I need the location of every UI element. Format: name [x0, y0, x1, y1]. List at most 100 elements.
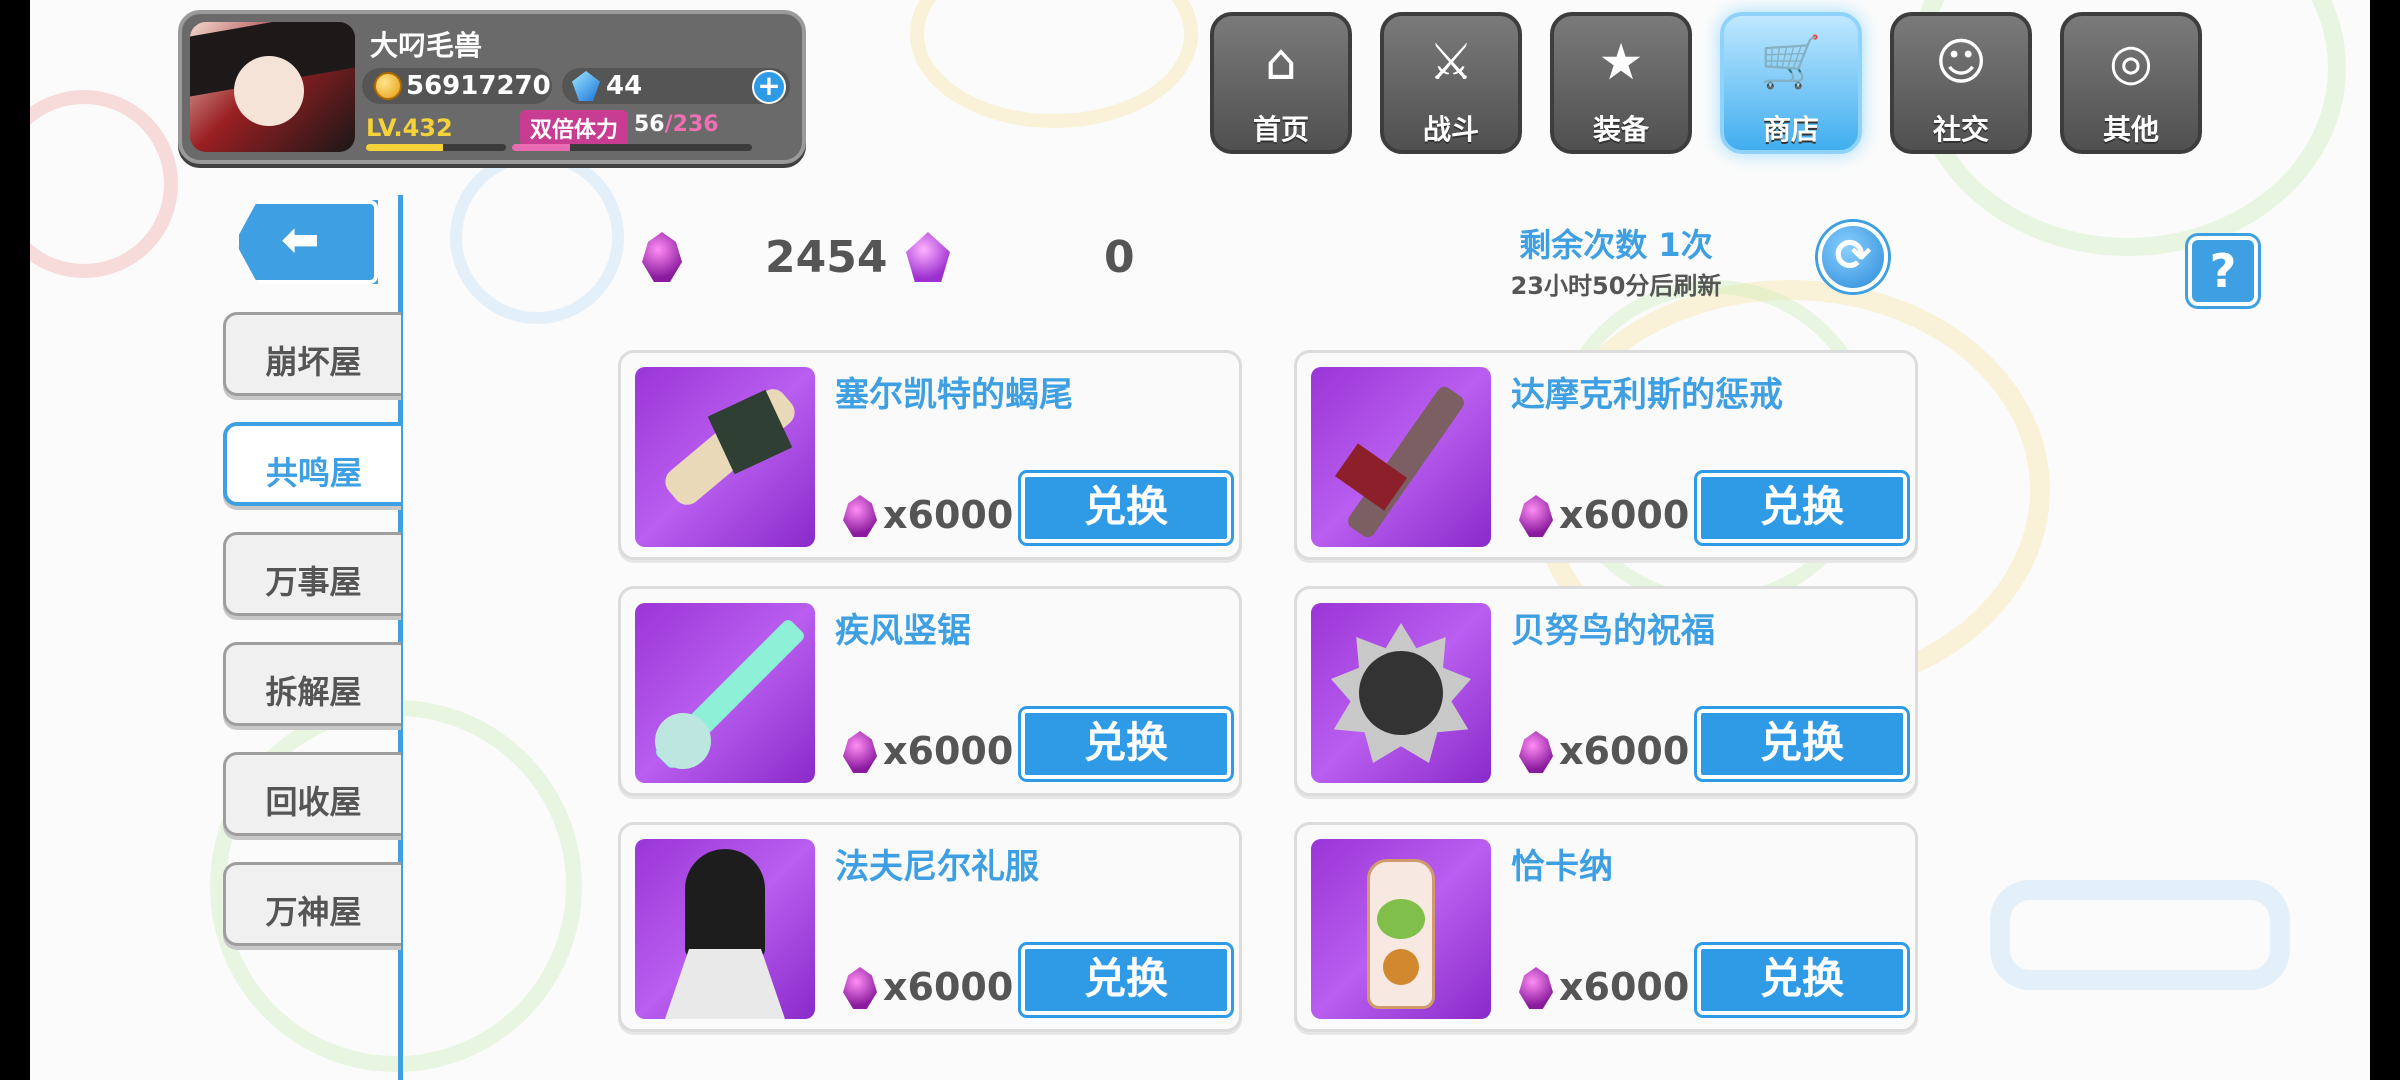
stamina-progress-fill	[512, 144, 570, 151]
nav-social-button[interactable]: ☺ 社交	[1890, 12, 2032, 154]
gold-value: 56917270	[406, 71, 551, 101]
remaining-refreshes: 剩余次数 1次	[1519, 226, 1713, 264]
player-level: LV.432	[366, 114, 453, 142]
redeem-button[interactable]: 兑换	[1697, 945, 1907, 1015]
level-progress-fill	[366, 144, 443, 151]
nav-equipment-button[interactable]: ★ 装备	[1550, 12, 1692, 154]
sidebar-item-label: 拆解屋	[265, 673, 362, 711]
shop-item-card: 疾风竖锯 x6000 兑换	[618, 586, 1242, 796]
stamina-label: 双倍体力	[520, 110, 629, 146]
shop-item-card: 达摩克利斯的惩戒 x6000 兑换	[1294, 350, 1918, 560]
item-name: 达摩克利斯的惩戒	[1511, 375, 1783, 415]
nav-shop-button[interactable]: 🛒 商店	[1720, 12, 1862, 154]
sidebar-item-label: 万事屋	[265, 563, 362, 601]
nav-other-button[interactable]: ◎ 其他	[2060, 12, 2202, 154]
redeem-button[interactable]: 兑换	[1697, 473, 1907, 543]
battle-icon: ⚔	[1428, 33, 1474, 91]
sidebar-item-label: 共鸣屋	[265, 454, 362, 492]
fafnir-dress-icon	[635, 839, 815, 1019]
sidebar-item-honkai-house[interactable]: 崩坏屋	[223, 312, 401, 396]
help-button[interactable]: ?	[2188, 236, 2258, 306]
nav-label: 战斗	[1422, 113, 1479, 146]
sidebar-item-recycle-house[interactable]: 回收屋	[223, 752, 401, 836]
stamina-progress-bar	[512, 144, 752, 151]
redeem-button[interactable]: 兑换	[1021, 945, 1231, 1015]
nav-battle-button[interactable]: ⚔ 战斗	[1380, 12, 1522, 154]
sidebar-item-dismantle-house[interactable]: 拆解屋	[223, 642, 401, 726]
scorpion-tail-weapon-icon	[635, 367, 815, 547]
item-cost: x6000	[883, 493, 1014, 537]
redeem-button[interactable]: 兑换	[1021, 709, 1231, 779]
item-cost: x6000	[1559, 729, 1690, 773]
chainsaw-blade-icon	[635, 603, 815, 783]
secondary-currency-value: 0	[1104, 232, 1135, 283]
player-name: 大叼毛兽	[370, 29, 483, 62]
item-name: 法夫尼尔礼服	[835, 847, 1039, 887]
damocles-sword-icon	[1311, 367, 1491, 547]
cost-gem-icon	[1519, 731, 1553, 773]
nav-label: 首页	[1252, 113, 1309, 146]
item-name: 塞尔凯特的蝎尾	[835, 375, 1073, 415]
refresh-button[interactable]: ⟳	[1818, 222, 1888, 292]
stamina-current: 56	[634, 112, 665, 137]
redeem-button[interactable]: 兑换	[1021, 473, 1231, 543]
background-decoration	[1990, 880, 2290, 990]
item-cost: x6000	[1559, 493, 1690, 537]
avatar[interactable]	[190, 22, 355, 152]
item-name: 疾风竖锯	[835, 611, 971, 651]
cost-gem-icon	[843, 731, 877, 773]
nav-home-button[interactable]: ⌂ 首页	[1210, 12, 1352, 154]
sidebar-item-resonance-house[interactable]: 共鸣屋	[223, 422, 401, 506]
purple-crystal-icon	[906, 232, 950, 282]
sidebar-item-general-house[interactable]: 万事屋	[223, 532, 401, 616]
shop-item-card: 塞尔凯特的蝎尾 x6000 兑换	[618, 350, 1242, 560]
nav-label: 社交	[1932, 113, 1989, 146]
nav-label: 其他	[2102, 113, 2159, 146]
back-button[interactable]: ⬅	[235, 200, 378, 284]
item-cost: x6000	[883, 965, 1014, 1009]
refresh-icon: ⟳	[1834, 230, 1872, 281]
chakana-bottle-icon	[1311, 839, 1491, 1019]
right-letterbox	[2370, 0, 2400, 1080]
shop-item-card: 恰卡纳 x6000 兑换	[1294, 822, 1918, 1032]
sidebar-item-label: 回收屋	[265, 783, 362, 821]
background-decoration	[30, 90, 178, 278]
sidebar-item-label: 崩坏屋	[265, 343, 362, 381]
shop-cart-icon: 🛒	[1759, 33, 1823, 91]
nav-label: 装备	[1592, 113, 1649, 146]
background-decoration	[450, 150, 624, 324]
item-cost: x6000	[1559, 965, 1690, 1009]
game-screen: 大叼毛兽 56917270 44 + LV.432 双倍体力 56/236 ⌂	[0, 0, 2400, 1080]
gold-display: 56917270	[362, 68, 552, 104]
left-letterbox	[0, 0, 30, 1080]
resource-row: 56917270 44 +	[352, 68, 792, 106]
nav-label: 商店	[1762, 113, 1819, 146]
add-crystals-button[interactable]: +	[752, 70, 786, 104]
player-info-panel: 大叼毛兽 56917270 44 + LV.432 双倍体力 56/236	[178, 10, 806, 164]
item-cost: x6000	[883, 729, 1014, 773]
back-arrow-icon: ⬅	[281, 212, 320, 266]
home-icon: ⌂	[1265, 33, 1297, 91]
shop-item-card: 法夫尼尔礼服 x6000 兑换	[618, 822, 1242, 1032]
other-icon: ◎	[2109, 33, 2153, 91]
sidebar-item-pantheon-house[interactable]: 万神屋	[223, 862, 401, 946]
cost-gem-icon	[1519, 967, 1553, 1009]
social-icon: ☺	[1934, 33, 1988, 91]
cost-gem-icon	[843, 967, 877, 1009]
stamina-value: 56/236	[634, 112, 719, 137]
bennu-bird-medal-icon	[1311, 603, 1491, 783]
redeem-button[interactable]: 兑换	[1697, 709, 1907, 779]
gold-coin-icon	[374, 72, 402, 100]
sidebar-item-label: 万神屋	[265, 893, 362, 931]
cost-gem-icon	[843, 495, 877, 537]
item-name: 恰卡纳	[1511, 847, 1613, 887]
crystal-value: 44	[606, 71, 643, 101]
shop-screen: 大叼毛兽 56917270 44 + LV.432 双倍体力 56/236 ⌂	[30, 0, 2370, 1080]
equipment-icon: ★	[1598, 33, 1644, 91]
refresh-timer: 23小时50分后刷新	[1510, 272, 1722, 300]
purple-gem-icon	[642, 232, 682, 282]
crystal-icon	[572, 71, 600, 101]
level-progress-bar	[366, 144, 506, 151]
stamina-max: /236	[664, 112, 719, 137]
cost-gem-icon	[1519, 495, 1553, 537]
